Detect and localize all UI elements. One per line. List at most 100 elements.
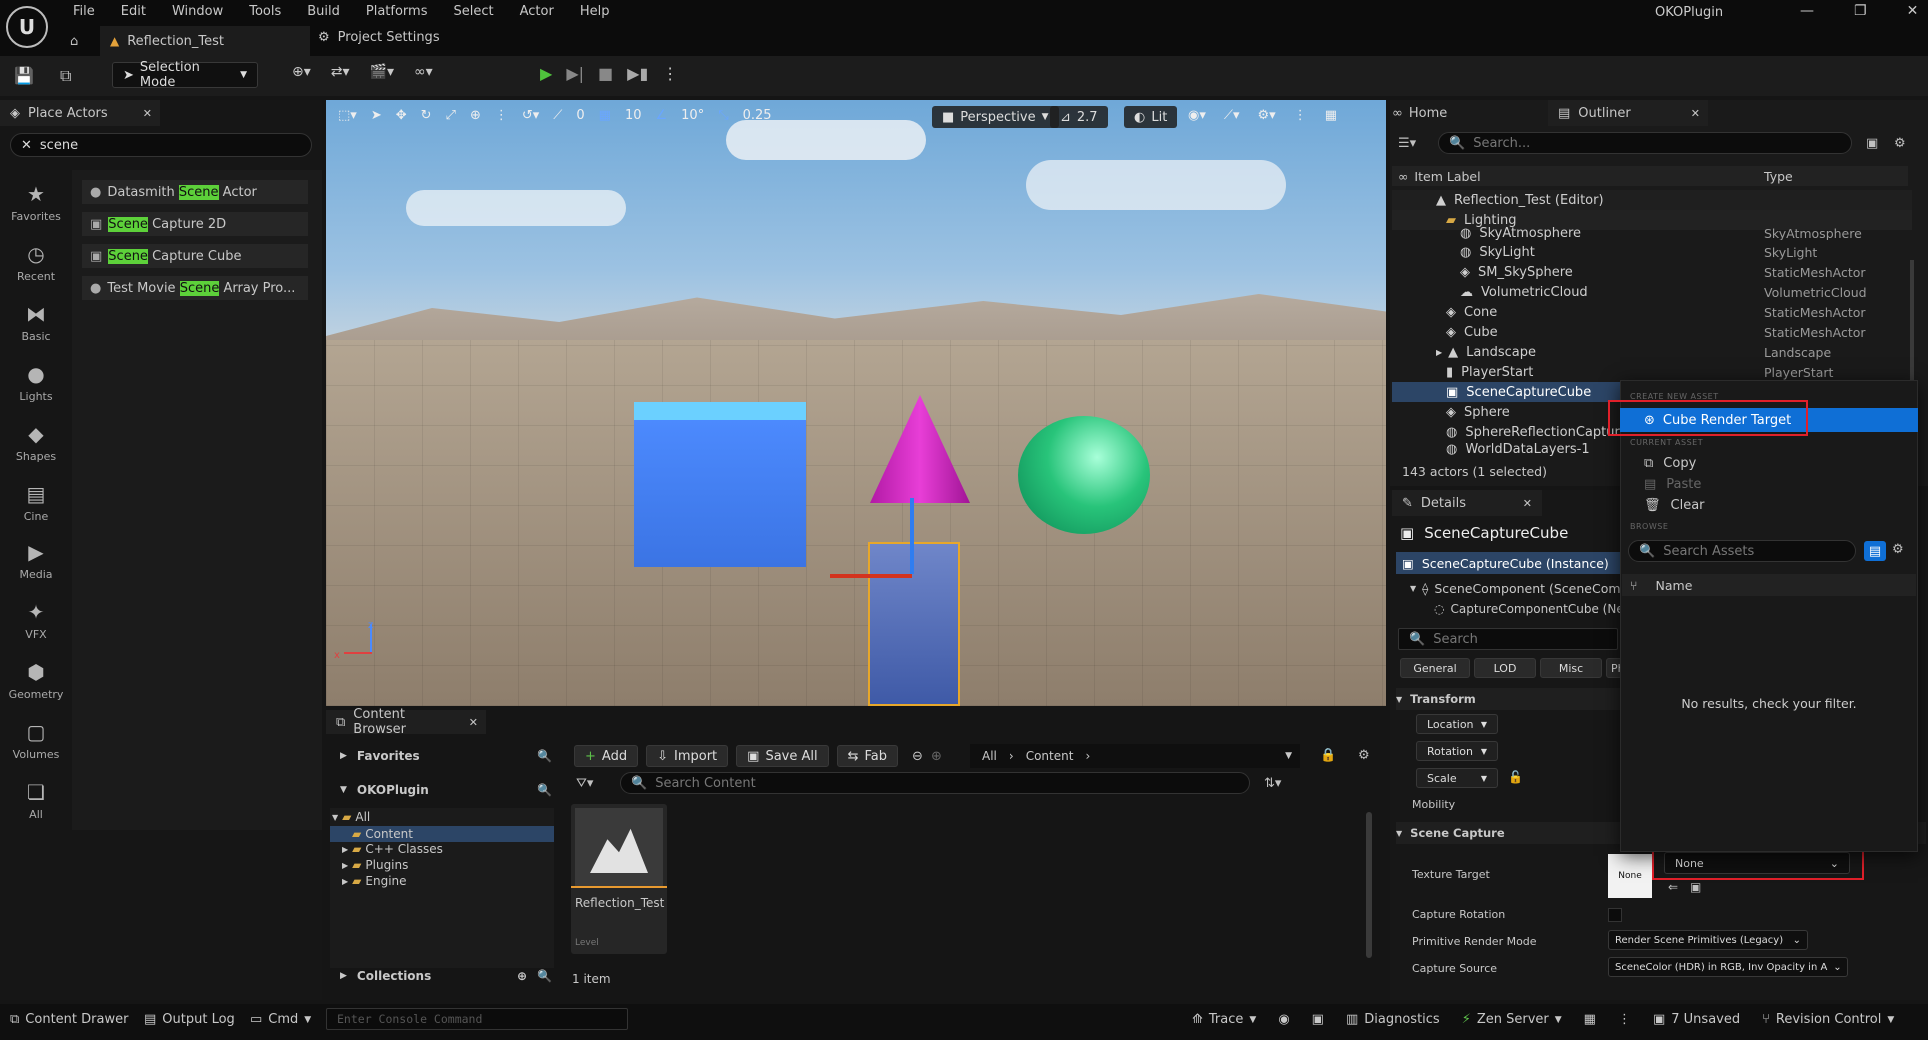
more-icon[interactable]: ⋮ [1294,108,1307,123]
record-icon[interactable]: ◉ [1278,1012,1289,1027]
rotation-dropdown[interactable]: Rotation ▼ [1416,741,1498,761]
eject-icon[interactable]: ▶▮ [627,64,648,83]
tab-home[interactable]: ∞ Home [1392,102,1447,124]
component-capture[interactable]: ◌ CaptureComponentCube (Ne [1434,602,1620,616]
filter-lod[interactable]: LOD [1474,658,1536,678]
actor-item[interactable]: ▣ Scene Capture 2D [82,212,308,236]
section-transform[interactable]: ▼ Transform [1396,688,1626,710]
add-actor-icon[interactable]: ⊕▾ [292,64,311,80]
viewport[interactable] [326,100,1386,706]
cmd-dropdown[interactable]: ▭ Cmd ▼ [250,1012,311,1027]
tree-item-all[interactable]: ▼ ▰ All [332,810,370,824]
fab-button[interactable]: ⇆ Fab [836,745,899,767]
filter-icon[interactable]: ⛛▾ [576,776,593,791]
unreal-logo-icon[interactable]: U [6,6,48,48]
search-icon[interactable]: 🔍 [537,969,552,983]
clear-item[interactable]: 🗑 Clear [1644,498,1705,513]
content-browser-tab[interactable]: ⧉ Content Browser ✕ [326,707,486,737]
world-icon[interactable]: ⊕ [470,108,481,123]
content-search-input[interactable]: 🔍 Search Content [620,772,1250,794]
grid-snap-icon[interactable]: ▦ [599,108,611,123]
settings-gear-icon[interactable]: ⚙ [1892,542,1904,557]
cube-mesh[interactable] [634,412,806,567]
play-icon[interactable]: ▶ [540,64,552,83]
tab-details[interactable]: ✎ Details ✕ [1392,490,1542,516]
category-cine[interactable]: ▤ Cine [0,482,72,523]
import-button[interactable]: ⇩ Import [646,745,729,767]
menu-tools[interactable]: Tools [236,4,294,19]
output-log-button[interactable]: ▤ Output Log [144,1012,235,1027]
clear-search-icon[interactable]: ✕ [21,138,32,153]
chevron-down-icon[interactable]: ▼ [1285,751,1292,761]
camera-capture-icon[interactable]: ▣ [1312,1012,1324,1027]
derived-data-icon[interactable]: ▦ [1584,1012,1596,1027]
outliner-search-input[interactable]: 🔍 Search... [1438,132,1852,154]
cinematics-icon[interactable]: 🎬▾ [370,64,394,80]
browse-icon[interactable]: ⧉ [60,66,71,86]
close-tab-icon[interactable]: ✕ [1523,497,1532,510]
category-vfx[interactable]: ✦ VFX [0,600,72,641]
category-all[interactable]: ❏ All [0,780,72,821]
save-icon[interactable]: 💾 [14,66,34,85]
show-eye-icon[interactable]: ◉▾ [1188,108,1206,123]
outliner-row[interactable]: ◈ Cube StaticMeshActor [1392,322,1912,342]
paste-item[interactable]: ▤ Paste [1644,477,1701,492]
category-favorites[interactable]: ★ Favorites [0,182,72,223]
unsaved-button[interactable]: ▣ 7 Unsaved [1653,1012,1740,1027]
actor-item[interactable]: ● Test Movie Scene Array Pro... [82,276,308,300]
tree-item-content[interactable]: ▰ Content [330,826,554,842]
scene-capture-cube-actor[interactable] [868,542,960,706]
search-assets-input[interactable]: 🔍 Search Assets [1628,540,1856,562]
category-geometry[interactable]: ⬢ Geometry [0,660,72,701]
tree-item-engine[interactable]: ▶ ▰ Engine [342,874,407,888]
cb-plugin-header[interactable]: ▼ OKOPlugin 🔍 [340,778,552,802]
move-icon[interactable]: ✥ [396,108,407,123]
breadcrumb-all[interactable]: All [982,749,997,763]
col-type[interactable]: Type [1764,169,1793,184]
perspective-button[interactable]: ■ Perspective ▼ [932,106,1059,128]
search-icon[interactable]: 🔍 [537,783,552,797]
breadcrumb-content[interactable]: Content [1026,749,1074,763]
category-shapes[interactable]: ◆ Shapes [0,422,72,463]
outliner-row[interactable]: ◍ SkyAtmosphere SkyAtmosphere [1392,226,1912,240]
gizmo-x-axis[interactable] [830,574,912,578]
blueprint-icon[interactable]: ⇄▾ [331,64,350,80]
place-actors-search[interactable]: ✕ scene [10,133,312,157]
tab-outliner[interactable]: ▤ Outliner ✕ [1548,100,1708,126]
view-mode-button[interactable]: ◐ Lit [1124,106,1178,128]
filter-icon[interactable]: ☰▾ [1398,136,1416,151]
menu-actor[interactable]: Actor [507,4,567,19]
cb-favorites-header[interactable]: ▶ Favorites 🔍 [340,744,552,768]
filter-general[interactable]: General [1400,658,1470,678]
category-lights[interactable]: ● Lights [0,362,72,403]
maximize-icon[interactable]: ❐ [1854,3,1867,19]
scale-snap-value[interactable]: 0.25 [743,108,772,123]
actor-item[interactable]: ● Datasmith Scene Actor [82,180,308,204]
category-media[interactable]: ▶ Media [0,540,72,581]
rotate-icon[interactable]: ↻ [421,108,432,123]
oko-icon[interactable]: ∞▾ [414,64,433,80]
step-icon[interactable]: ▶| [566,64,584,83]
settings-gear-icon[interactable]: ⚙ [1894,136,1906,151]
browse-folder-icon[interactable]: ▤ [1864,541,1886,561]
location-dropdown[interactable]: Location ▼ [1416,714,1498,734]
close-window-icon[interactable]: ✕ [1907,3,1919,19]
sphere-mesh[interactable] [1018,416,1150,534]
lock-scale-icon[interactable]: 🔓 [1508,770,1523,784]
scale-dropdown[interactable]: Scale ▼ [1416,768,1498,788]
layout-icon[interactable]: ▦ [1325,108,1337,123]
stop-icon[interactable]: ■ [598,64,613,83]
more-icon[interactable]: ⋮ [495,108,508,123]
actor-item[interactable]: ▣ Scene Capture Cube [82,244,308,268]
close-tab-icon[interactable]: ✕ [469,716,478,729]
rotation-snap-value[interactable]: 10° [681,108,704,123]
add-button[interactable]: + Add [574,745,639,767]
close-tab-icon[interactable]: ✕ [143,107,152,120]
content-drawer-button[interactable]: ⧉ Content Drawer [10,1012,128,1027]
more-icon[interactable]: ⋮ [662,64,678,83]
lock-icon[interactable]: 🔒 [1320,748,1336,763]
outliner-row[interactable]: ▶ ▲ Landscape Landscape [1392,342,1912,362]
scale-snap-icon[interactable]: ⤡ [718,108,728,123]
outliner-row[interactable]: ◈ SM_SkySphere StaticMeshActor [1392,262,1912,282]
minimize-icon[interactable]: — [1800,3,1814,19]
